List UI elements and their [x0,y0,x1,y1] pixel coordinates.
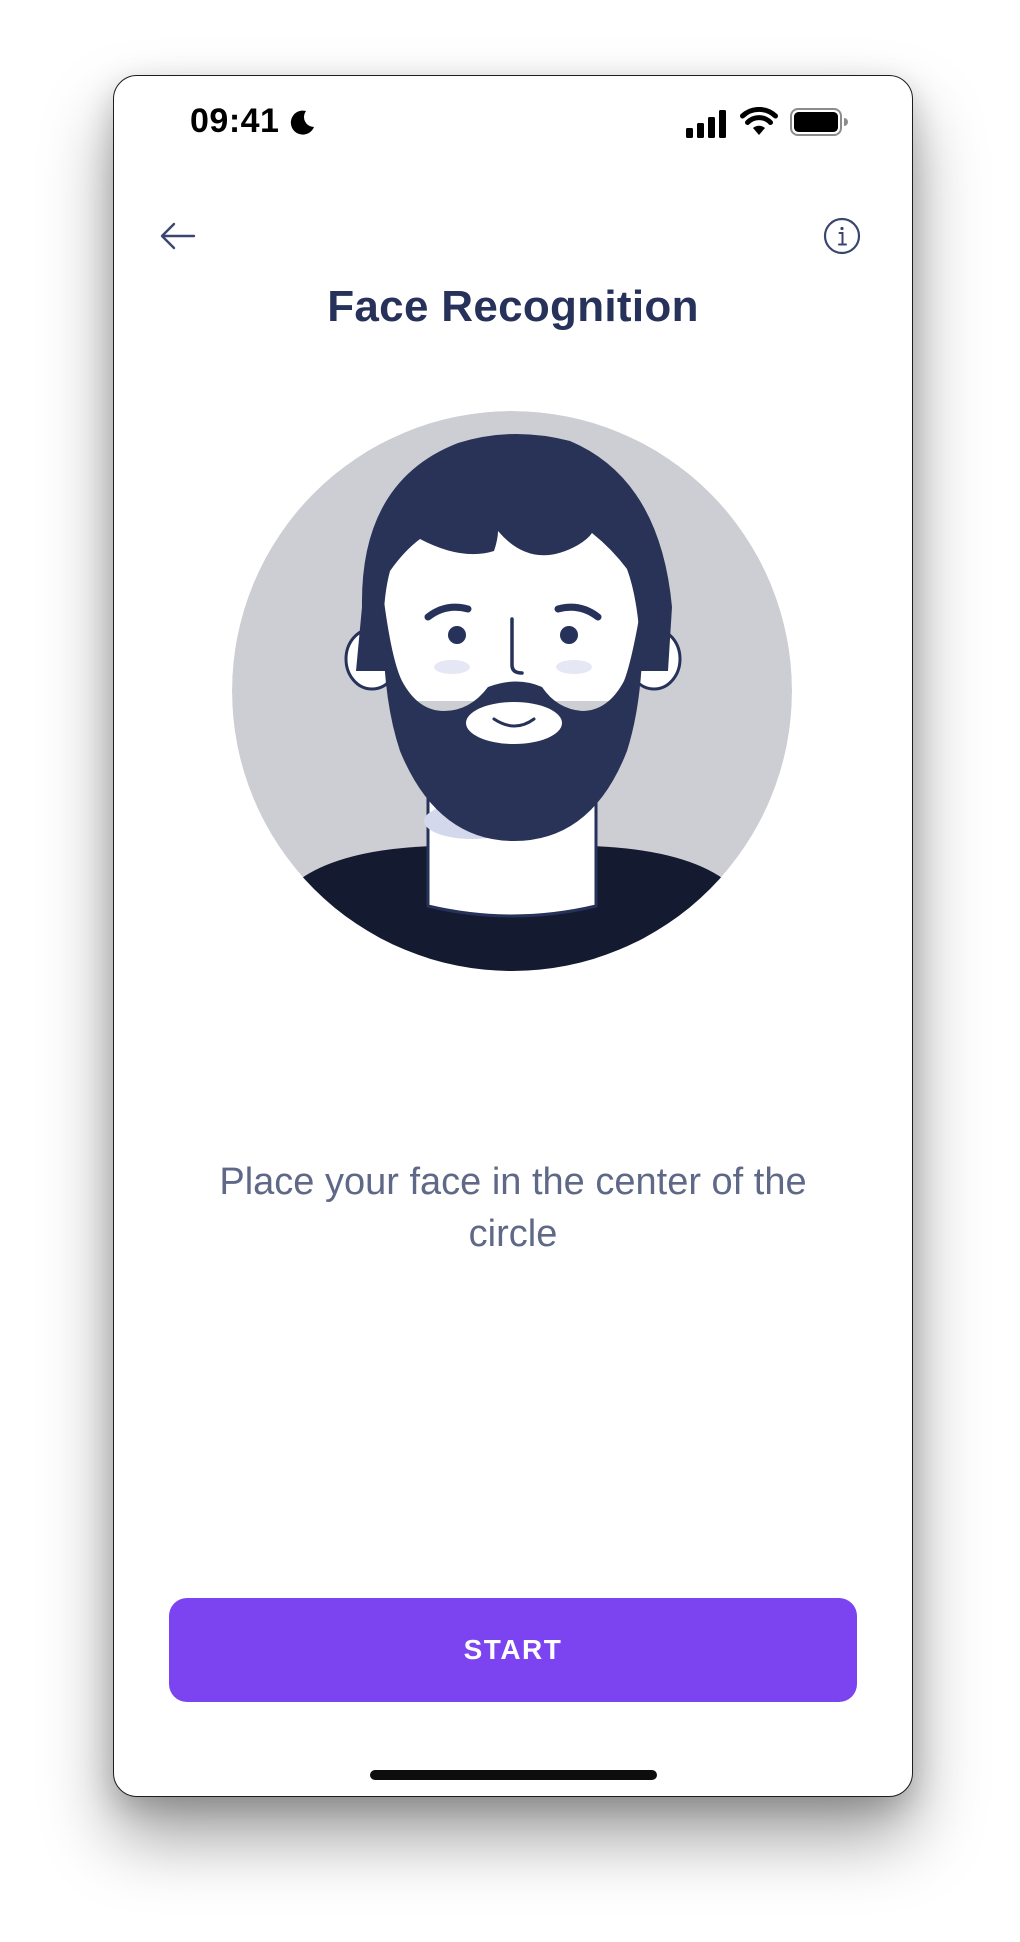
stage: 09:41 Face Recognition Place your face i… [0,0,1020,1942]
status-time: 09:41 [190,102,280,140]
wifi-icon [740,107,778,135]
right-eye [560,626,578,644]
info-button[interactable] [818,212,866,260]
back-button[interactable] [154,212,202,260]
start-button[interactable]: START [169,1598,857,1702]
mouth-area [466,702,562,744]
phone-frame: 09:41 Face Recognition Place your face i… [113,75,913,1797]
instruction-text: Place your face in the center of the cir… [219,1161,807,1255]
info-circle-icon [823,217,861,255]
home-indicator [370,1770,657,1780]
face-skin [383,531,640,701]
left-eye [448,626,466,644]
status-bar: 09:41 [114,76,912,156]
page-title: Face Recognition [327,282,699,331]
moon-icon [290,110,314,135]
face-avatar-illustration [232,411,792,971]
arrow-left-icon [160,222,196,250]
cellular-signal-icon [686,110,726,138]
battery-icon [790,108,848,136]
